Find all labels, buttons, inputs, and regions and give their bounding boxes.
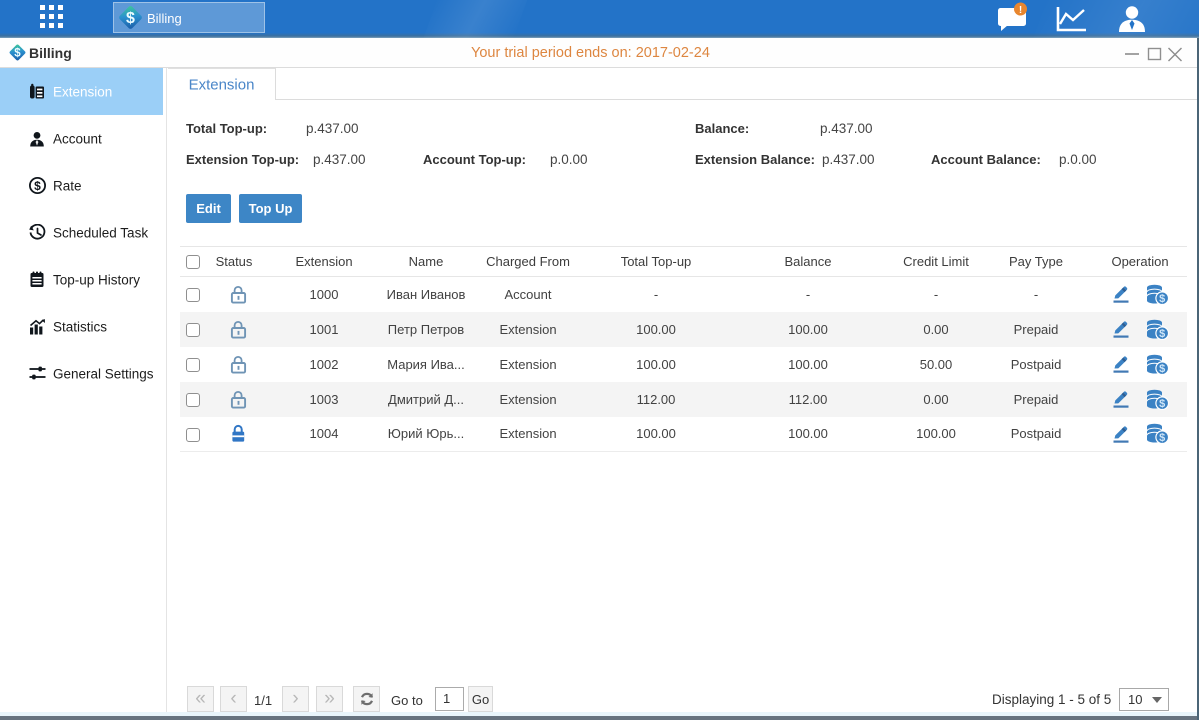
svg-text:$: $ bbox=[126, 10, 135, 27]
svg-text:$: $ bbox=[1159, 363, 1165, 375]
svg-text:$: $ bbox=[14, 48, 21, 60]
svg-text:$: $ bbox=[1159, 398, 1165, 410]
svg-text:$: $ bbox=[1159, 293, 1165, 305]
svg-text:$: $ bbox=[1159, 432, 1165, 444]
svg-text:!: ! bbox=[1019, 5, 1022, 16]
svg-text:$: $ bbox=[34, 179, 41, 193]
svg-text:$: $ bbox=[1159, 328, 1165, 340]
